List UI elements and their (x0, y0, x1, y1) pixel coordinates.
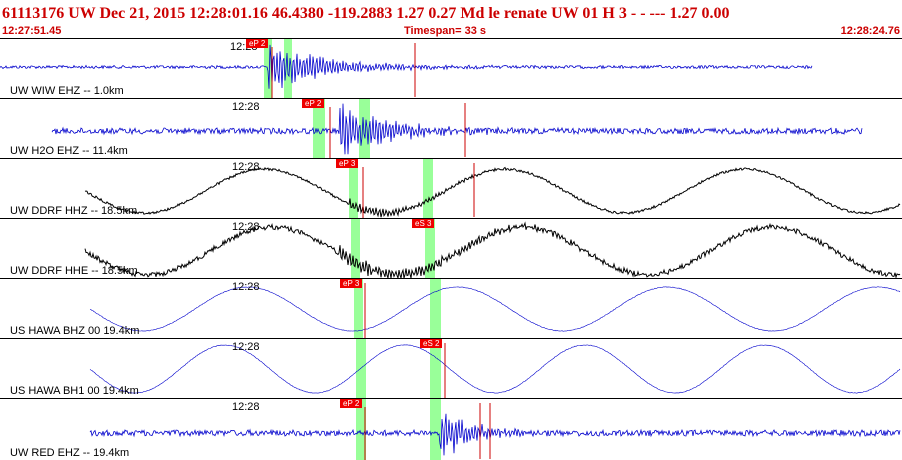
station-label: UW H2O EHZ -- 11.4km (10, 145, 128, 157)
pick-marker-p[interactable]: eP 2 (246, 39, 269, 48)
waveform-red-ehz (89, 399, 901, 460)
station-label: UW DDRF HHE -- 18.5km (10, 265, 138, 277)
pick-window (359, 99, 370, 158)
pick-marker-s[interactable]: eS 3 (412, 219, 435, 228)
trace-panel-hawa-bh1[interactable]: 12:28 eS 2 US HAWA BH1 00 19.4km (0, 338, 902, 398)
station-label: UW DDRF HHZ -- 18.5km (10, 205, 138, 217)
trace-panel-h2o-ehz[interactable]: 12:28 eP 2 UW H2O EHZ -- 11.4km (0, 98, 902, 158)
minute-tick: 12:28 (232, 401, 260, 413)
timespan-label: Timespan= 33 s (404, 25, 487, 37)
station-label: UW RED EHZ -- 19.4km (10, 447, 130, 459)
event-title: 61113176 UW Dec 21, 2015 12:28:01.16 46.… (2, 5, 730, 22)
pick-marker-p[interactable]: eP 3 (336, 159, 359, 168)
minute-tick: 12:28 (232, 161, 260, 173)
pick-marker-p[interactable]: eP 2 (302, 99, 325, 108)
pick-marker-p[interactable]: eP 2 (340, 399, 363, 408)
time-axis-row: 12:27:51.45 Timespan= 33 s 12:28:24.76 (0, 25, 902, 38)
waveform-wiw-ehz (0, 39, 813, 98)
pick-window (351, 219, 360, 278)
trace-panel-red-ehz[interactable]: 12:28 eP 2 UW RED EHZ -- 19.4km (0, 398, 902, 460)
seismogram-line (89, 344, 901, 394)
start-time: 12:27:51.45 (2, 25, 62, 37)
trace-panel-hawa-bhz[interactable]: 12:28 eP 3 US HAWA BHZ 00 19.4km (0, 278, 902, 338)
seismogram-line (89, 413, 901, 456)
station-label: US HAWA BHZ 00 19.4km (10, 325, 140, 337)
trace-panel-wiw-ehz[interactable]: 12:28 eP 2 UW WIW EHZ -- 1.0km (0, 38, 902, 98)
trace-panel-ddrf-hhz[interactable]: 12:28 eP 3 UW DDRF HHZ -- 18.5km (0, 158, 902, 218)
station-label: UW WIW EHZ -- 1.0km (10, 85, 124, 97)
station-label: US HAWA BH1 00 19.4km (10, 385, 139, 397)
minute-tick: 12:28 (232, 281, 260, 293)
seismogram-line (0, 44, 813, 89)
seismogram-line (51, 103, 863, 155)
trace-panel-ddrf-hhe[interactable]: 12:28 eS 3 UW DDRF HHE -- 18.5km (0, 218, 902, 278)
minute-tick: 12:28 (232, 101, 260, 113)
pick-marker-p[interactable]: eP 3 (340, 279, 363, 288)
seismogram-line (84, 166, 901, 218)
event-header: 61113176 UW Dec 21, 2015 12:28:01.16 46.… (0, 0, 902, 38)
seismogram-line (89, 286, 901, 332)
waveform-h2o-ehz (51, 99, 863, 158)
pick-window (430, 399, 441, 460)
pick-marker-s[interactable]: eS 2 (420, 339, 443, 348)
pick-window (430, 279, 441, 338)
trace-panels[interactable]: 12:28 eP 2 UW WIW EHZ -- 1.0km 12:28 eP … (0, 38, 902, 460)
end-time: 12:28:24.76 (840, 25, 900, 37)
minute-tick: 12:28 (232, 341, 260, 353)
minute-tick: 12:28 (232, 221, 260, 233)
seismogram-line (84, 221, 901, 278)
pick-window (423, 159, 433, 218)
